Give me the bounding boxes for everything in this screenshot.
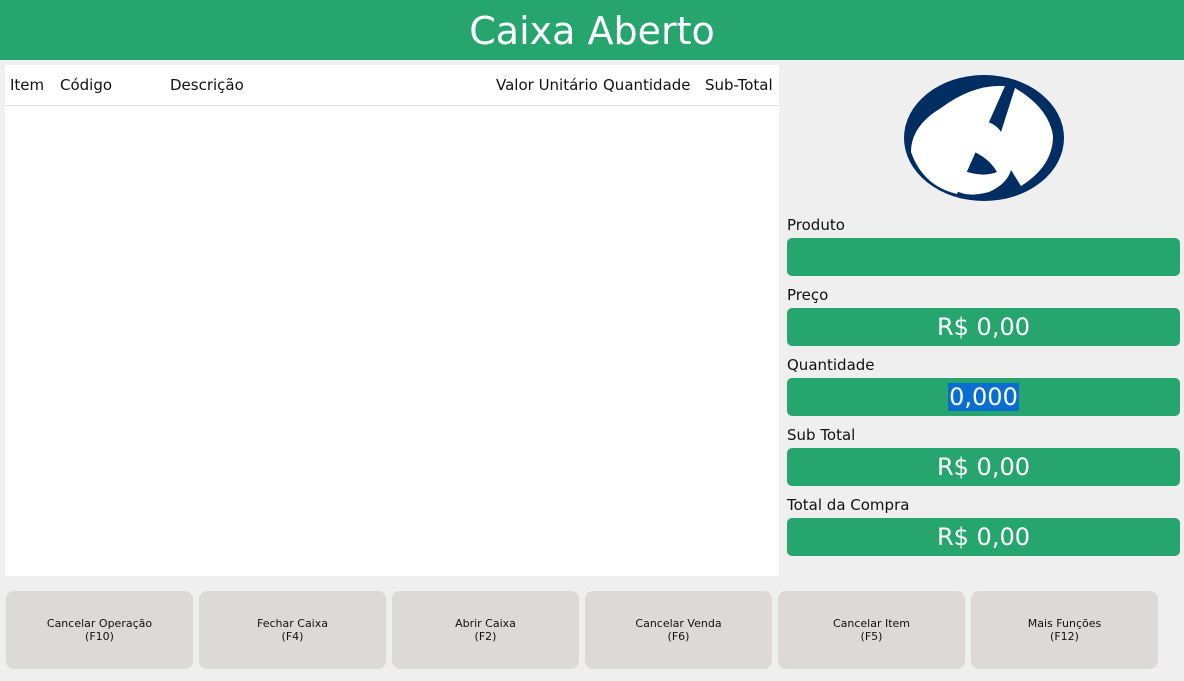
produto-label: Produto [787, 216, 845, 234]
quantidade-value[interactable]: 0,000 [948, 383, 1019, 411]
preco-field[interactable]: R$ 0,00 [787, 308, 1180, 346]
cancelar-venda-button[interactable]: Cancelar Venda (F6) [585, 591, 772, 669]
column-header-item[interactable]: Item [10, 76, 44, 94]
items-table[interactable]: Item Código Descrição Valor Unitário Qua… [5, 65, 779, 576]
quantidade-label: Quantidade [787, 356, 875, 374]
subtotal-label: Sub Total [787, 426, 856, 444]
column-header-codigo[interactable]: Código [60, 76, 112, 94]
button-shortcut: (F10) [85, 630, 114, 643]
abrir-caixa-button[interactable]: Abrir Caixa (F2) [392, 591, 579, 669]
page-title: Caixa Aberto [0, 0, 1184, 60]
table-header: Item Código Descrição Valor Unitário Qua… [5, 65, 779, 106]
button-shortcut: (F6) [667, 630, 690, 643]
button-label: Fechar Caixa [256, 617, 328, 630]
mais-funcoes-button[interactable]: Mais Funções (F12) [971, 591, 1158, 669]
company-logo-icon [904, 75, 1064, 201]
quantidade-field[interactable]: 0,000 [787, 378, 1180, 416]
button-shortcut: (F12) [1050, 630, 1079, 643]
total-field[interactable]: R$ 0,00 [787, 518, 1180, 556]
column-header-sub-total[interactable]: Sub-Total [705, 76, 773, 94]
button-shortcut: (F2) [474, 630, 497, 643]
button-shortcut: (F4) [281, 630, 304, 643]
button-label: Abrir Caixa [455, 617, 516, 630]
button-shortcut: (F5) [860, 630, 883, 643]
column-header-quantidade[interactable]: Quantidade [603, 76, 691, 94]
button-label: Cancelar Operação [46, 617, 153, 630]
button-label: Cancelar Venda [635, 617, 722, 630]
button-label: Mais Funções [1027, 617, 1102, 630]
produto-field[interactable] [787, 238, 1180, 276]
subtotal-field[interactable]: R$ 0,00 [787, 448, 1180, 486]
preco-label: Preço [787, 286, 829, 304]
column-header-valor-unitario[interactable]: Valor Unitário [496, 76, 598, 94]
cancelar-operacao-button[interactable]: Cancelar Operação (F10) [6, 591, 193, 669]
column-header-descricao[interactable]: Descrição [170, 76, 244, 94]
cancelar-item-button[interactable]: Cancelar Item (F5) [778, 591, 965, 669]
total-label: Total da Compra [787, 496, 910, 514]
button-label: Cancelar Item [832, 617, 911, 630]
fechar-caixa-button[interactable]: Fechar Caixa (F4) [199, 591, 386, 669]
